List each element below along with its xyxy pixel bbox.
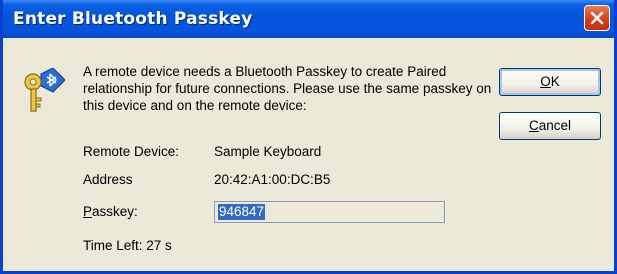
close-icon bbox=[590, 11, 604, 25]
ok-button[interactable]: OK bbox=[499, 68, 601, 96]
ok-button-accel: O bbox=[540, 74, 551, 89]
address-value: 20:42:A1:00:DC:B5 bbox=[214, 172, 331, 187]
passkey-label-accel: P bbox=[83, 204, 93, 219]
bluetooth-key-icon bbox=[24, 68, 65, 112]
passkey-label: Passkey: bbox=[83, 204, 138, 219]
title-bar[interactable]: Enter Bluetooth Passkey bbox=[3, 0, 614, 38]
passkey-dialog: Enter Bluetooth Passkey A remote device … bbox=[0, 0, 617, 274]
cancel-button-accel: C bbox=[528, 118, 539, 133]
cancel-button-text: ancel bbox=[538, 118, 572, 133]
dialog-message: A remote device needs a Bluetooth Passke… bbox=[83, 64, 492, 113]
passkey-value: 946847 bbox=[218, 204, 266, 220]
time-left-label: Time Left: 27 s bbox=[83, 238, 172, 253]
window-title: Enter Bluetooth Passkey bbox=[13, 9, 253, 29]
ok-button-text: K bbox=[550, 74, 560, 89]
passkey-label-text: asskey: bbox=[92, 204, 138, 219]
address-label: Address bbox=[83, 172, 133, 187]
close-button[interactable] bbox=[584, 5, 610, 31]
remote-device-label: Remote Device: bbox=[83, 144, 180, 159]
cancel-button[interactable]: Cancel bbox=[499, 112, 601, 140]
passkey-input[interactable]: 946847 bbox=[214, 201, 445, 223]
remote-device-value: Sample Keyboard bbox=[214, 144, 322, 159]
dialog-body: A remote device needs a Bluetooth Passke… bbox=[3, 38, 614, 274]
